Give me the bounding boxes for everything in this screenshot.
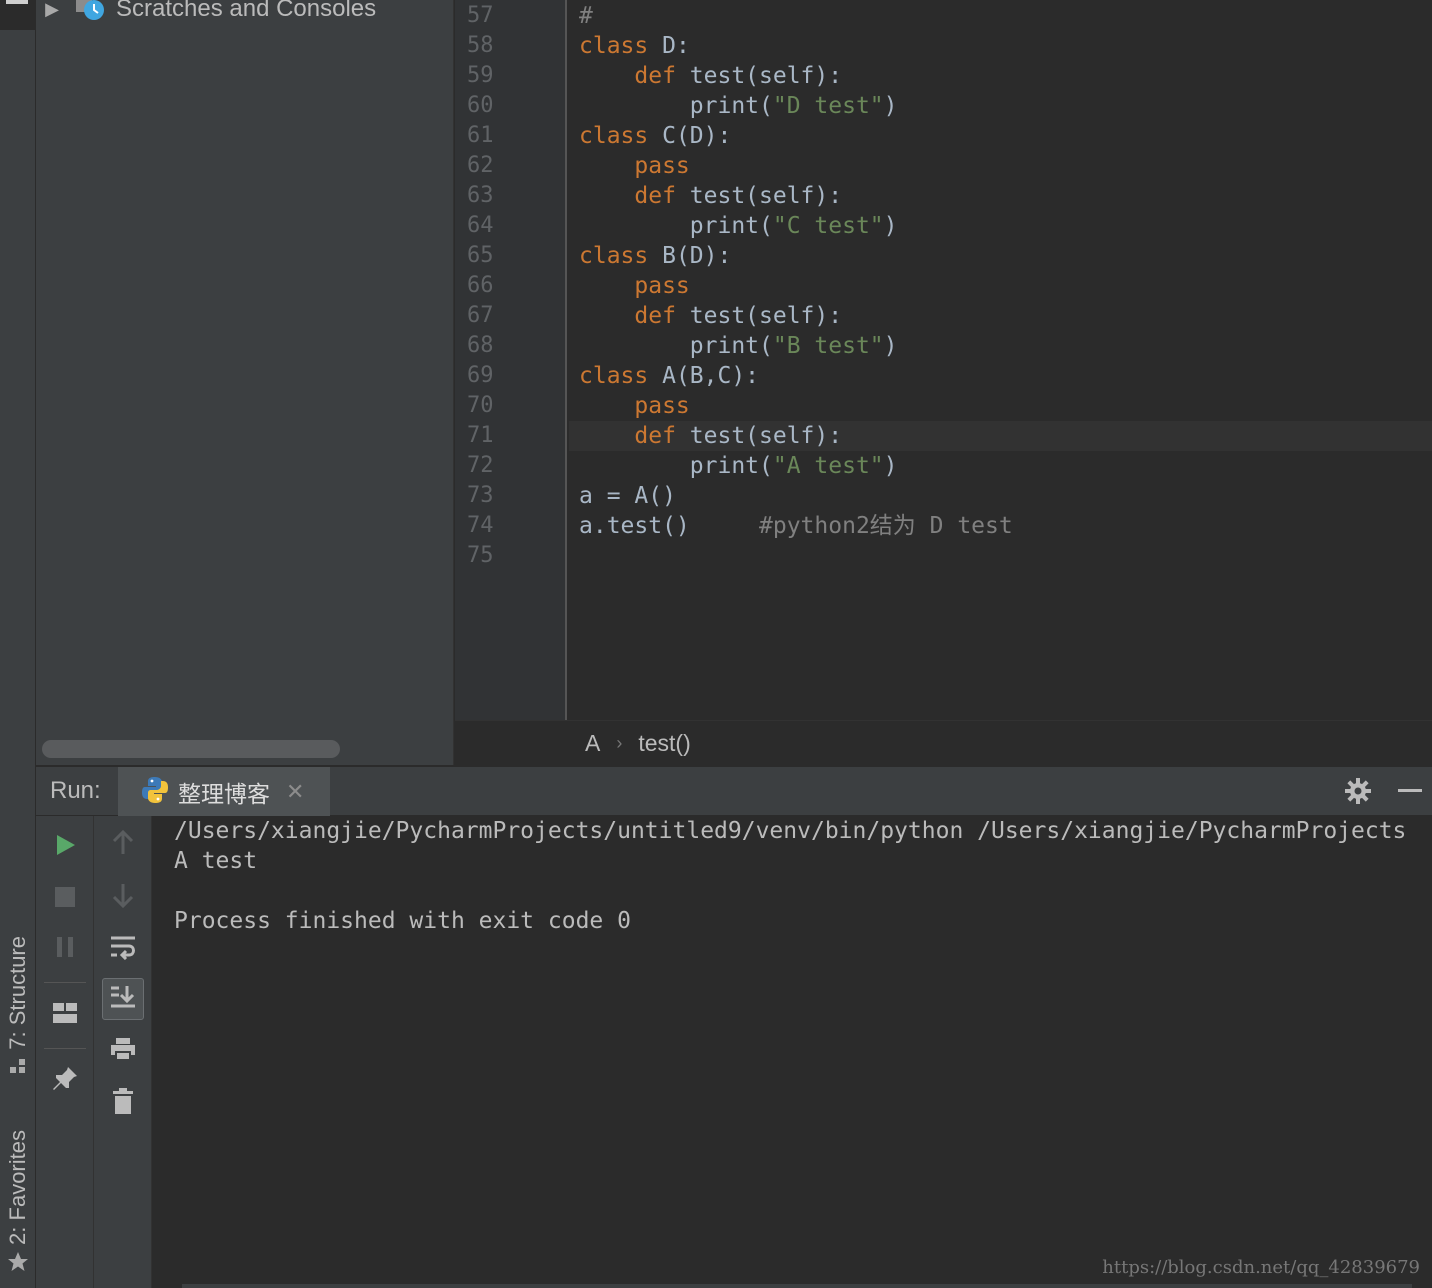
structure-tool-tab[interactable]: 7: Structure [2,936,34,1080]
python-icon [140,775,170,809]
code-line[interactable]: print("B test") [579,331,1432,361]
code-line[interactable]: print("A test") [579,451,1432,481]
line-number: 66 [467,273,494,298]
code-editor[interactable]: 57 58 59 60 61 62 63 64 65 66 67 68 69 70 71 72 73 74 75 #… [455,0,1432,720]
pause-icon [53,935,77,963]
line-number: 64 [467,213,494,238]
code-line[interactable]: print("C test") [579,211,1432,241]
toolbar-separator [44,982,86,983]
line-number: 62 [467,153,494,178]
project-tab-marker[interactable] [0,0,36,30]
run-toolbar-primary [36,816,94,1288]
print-icon [109,1036,137,1066]
code-line[interactable] [579,541,1432,571]
favorites-tab-label: 2: Favorites [5,1130,30,1245]
up-arrow-icon [111,829,135,860]
code-line[interactable]: pass [579,391,1432,421]
run-config-tab[interactable]: 整理博客 ✕ [118,767,330,817]
run-label: Run: [50,777,101,804]
line-number: 60 [467,93,494,118]
left-tool-strip: 7: Structure 2: Favorites [0,0,36,1288]
code-line[interactable]: class B(D): [579,241,1432,271]
restore-layout-button[interactable] [44,994,86,1036]
line-number: 57 [467,3,494,28]
up-button[interactable] [102,824,144,866]
console-output[interactable]: /Users/xiangjie/PycharmProjects/untitled… [152,816,1432,1288]
stop-icon [53,885,77,913]
pin-icon [50,1064,80,1098]
code-line[interactable]: a = A() [579,481,1432,511]
breadcrumb: A › test() [455,720,1432,766]
line-number: 73 [467,483,494,508]
code-line[interactable]: # [579,1,1432,31]
expand-arrow-icon[interactable]: ▶ [40,0,64,20]
line-number: 69 [467,363,494,388]
code-line[interactable]: a.test() #python2结为 D test [579,511,1432,541]
structure-icon [8,1056,28,1080]
line-number: 68 [467,333,494,358]
console-exit-line: Process finished with exit code 0 [174,908,631,934]
code-line[interactable]: pass [579,151,1432,181]
clear-all-button[interactable] [102,1082,144,1124]
code-line[interactable]: print("D test") [579,91,1432,121]
structure-tab-label: 7: Structure [5,936,30,1050]
line-number: 67 [467,303,494,328]
star-icon [7,1251,29,1277]
line-number: 63 [467,183,494,208]
run-tool-window-header: Run: 整理博客 ✕ [36,766,1432,817]
restore-layout-icon [51,1001,79,1029]
close-icon[interactable]: ✕ [286,780,304,805]
line-number: 58 [467,33,494,58]
code-line[interactable]: def test(self): [579,301,1432,331]
tree-item-scratches[interactable]: ▶ Scratches and Consoles [40,0,376,26]
print-button[interactable] [102,1030,144,1072]
watermark: https://blog.csdn.net/qq_42839679 [1102,1257,1420,1278]
console-command-line: /Users/xiangjie/PycharmProjects/untitled… [174,818,1407,844]
gear-icon[interactable] [1344,777,1372,809]
line-number: 65 [467,243,494,268]
line-number: 61 [467,123,494,148]
minimize-icon[interactable] [1398,789,1422,792]
run-tab-label: 整理博客 [178,782,270,808]
code-line[interactable]: def test(self): [579,61,1432,91]
line-number: 71 [467,423,494,448]
line-number: 70 [467,393,494,418]
scratches-icon [74,0,106,26]
down-arrow-icon [111,882,135,912]
play-icon [53,833,77,861]
code-line[interactable]: def test(self): [569,421,1432,451]
down-button[interactable] [102,876,144,918]
horizontal-scrollbar[interactable] [42,740,340,758]
rerun-button[interactable] [44,826,86,868]
scroll-to-end-button[interactable] [102,978,144,1020]
line-number: 72 [467,453,494,478]
code-line[interactable]: class D: [579,31,1432,61]
favorites-tool-tab[interactable]: 2: Favorites [2,1130,34,1277]
breadcrumb-method[interactable]: test() [638,730,690,757]
line-number-gutter: 57 58 59 60 61 62 63 64 65 66 67 68 69 70 71 72 73 74 75 [455,0,567,720]
pin-tab-button[interactable] [44,1060,86,1102]
run-toolbar-secondary [94,816,152,1288]
line-number: 59 [467,63,494,88]
soft-wrap-icon [109,934,137,964]
line-number: 75 [467,543,494,568]
pause-button[interactable] [44,928,86,970]
trash-icon [111,1087,135,1119]
console-horizontal-scrollbar[interactable] [182,1284,1412,1288]
line-number: 74 [467,513,494,538]
console-output-line: A test [174,848,258,874]
scroll-to-end-icon [109,984,137,1014]
breadcrumb-separator-icon: › [616,733,623,753]
toolbar-separator [44,1048,86,1049]
soft-wrap-button[interactable] [102,928,144,970]
code-line[interactable]: class A(B,C): [579,361,1432,391]
code-line[interactable]: pass [579,271,1432,301]
stop-button[interactable] [44,878,86,920]
breadcrumb-class[interactable]: A [585,730,600,757]
code-line[interactable]: class C(D): [579,121,1432,151]
code-line[interactable]: def test(self): [579,181,1432,211]
project-panel: ▶ Scratches and Consoles [36,0,454,765]
tree-item-label: Scratches and Consoles [116,0,377,22]
